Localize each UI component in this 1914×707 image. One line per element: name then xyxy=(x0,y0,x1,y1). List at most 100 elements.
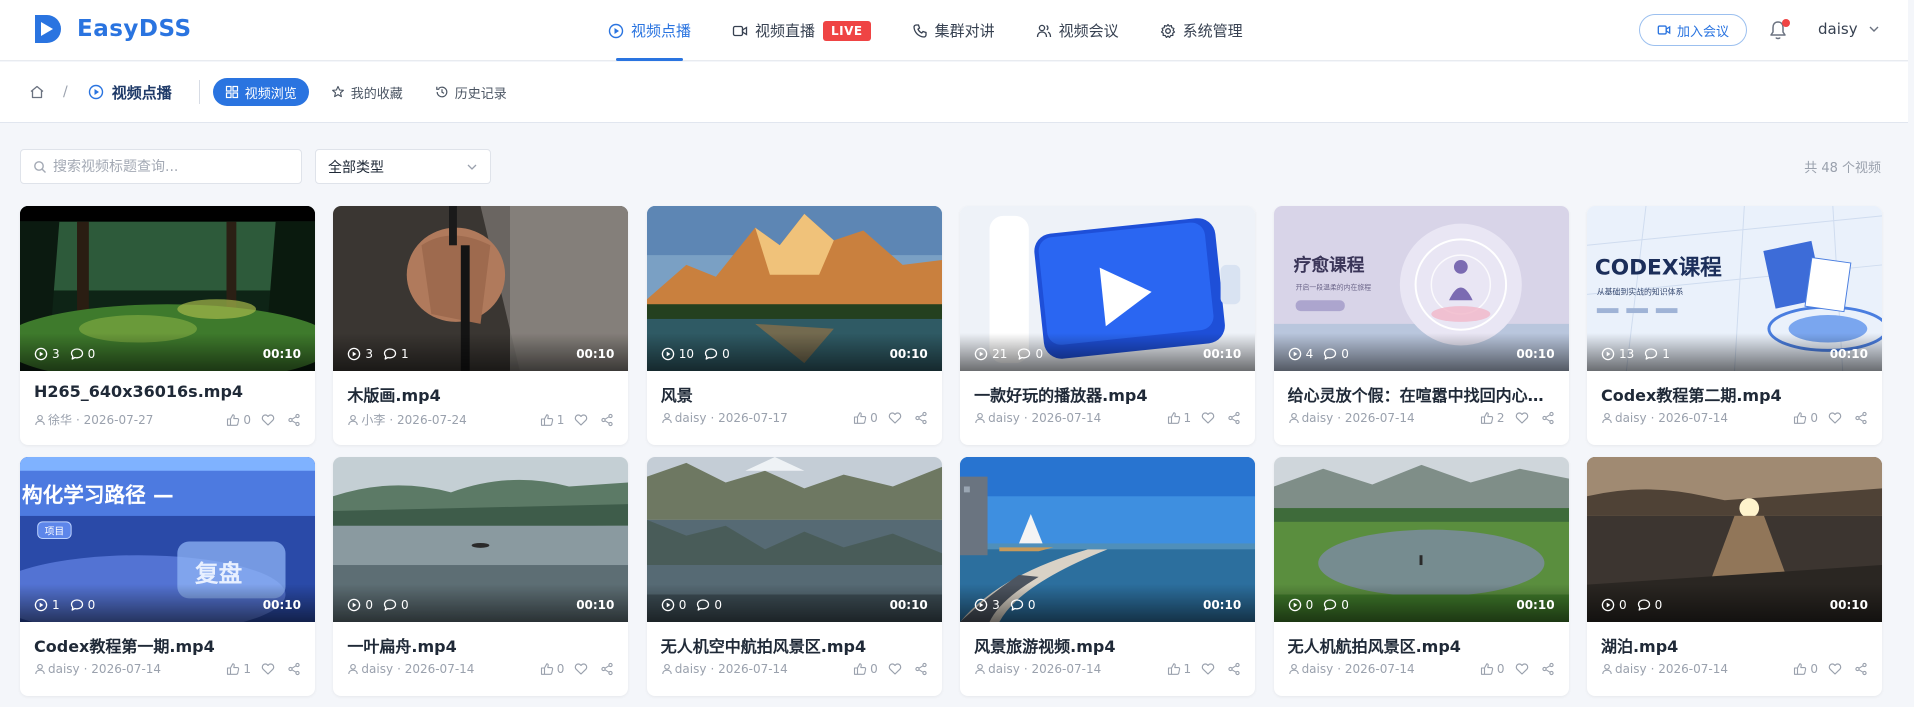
comment-icon xyxy=(1637,599,1650,611)
heart-icon[interactable] xyxy=(1201,411,1215,425)
video-title[interactable]: 给心灵放个假：在喧嚣中找回内心的宁静 xyxy=(1288,382,1555,404)
thumbs-up-icon[interactable] xyxy=(1793,411,1807,425)
heart-icon[interactable] xyxy=(888,662,902,676)
video-duration: 00:10 xyxy=(1202,347,1242,361)
video-title[interactable]: 木版画.mp4 xyxy=(347,382,614,404)
share-icon[interactable] xyxy=(1854,411,1868,425)
like-count: 0 xyxy=(1810,411,1818,425)
thumbs-up-icon[interactable] xyxy=(1480,662,1494,676)
video-thumbnail[interactable]: 构化学习路径 — 项目 复盘 1 0 00:10 xyxy=(20,457,315,622)
type-select[interactable]: 全部类型 xyxy=(315,149,491,184)
video-title[interactable]: Codex教程第一期.mp4 xyxy=(34,633,301,655)
comment-count-value: 0 xyxy=(1027,598,1036,612)
video-thumbnail[interactable]: 0 0 00:10 xyxy=(1586,457,1882,622)
share-icon[interactable] xyxy=(1854,662,1868,676)
share-icon[interactable] xyxy=(1541,411,1555,425)
thumbs-up-icon[interactable] xyxy=(1793,662,1807,676)
share-icon[interactable] xyxy=(600,662,614,676)
video-card[interactable]: 10 0 00:10 风景 daisy · 2026-07-17 0 xyxy=(646,206,942,445)
thumbs-up-icon[interactable] xyxy=(1167,662,1181,676)
video-card[interactable]: 0 0 00:10 无人机航拍风景区.mp4 daisy · 2026-07-1… xyxy=(1273,457,1569,696)
video-thumbnail[interactable]: 3 0 00:10 xyxy=(960,457,1256,622)
heart-icon[interactable] xyxy=(888,411,902,425)
share-icon[interactable] xyxy=(1227,662,1241,676)
video-thumbnail[interactable]: 10 0 00:10 xyxy=(646,206,942,371)
video-title[interactable]: 一叶扁舟.mp4 xyxy=(347,633,614,655)
video-actions: 0 xyxy=(1480,662,1555,676)
video-thumbnail[interactable]: CODEX课程 从基础到实战的知识体系 13 1 00:10 xyxy=(1586,206,1882,371)
thumbs-up-icon[interactable] xyxy=(540,413,554,427)
heart-icon[interactable] xyxy=(1201,662,1215,676)
home-icon[interactable] xyxy=(29,84,45,100)
heart-icon[interactable] xyxy=(261,413,275,427)
video-title[interactable]: 无人机航拍风景区.mp4 xyxy=(1288,633,1555,655)
nav-video-conference[interactable]: 视频会议 xyxy=(1024,0,1131,61)
video-title[interactable]: 风景旅游视频.mp4 xyxy=(974,633,1241,655)
thumbs-up-icon[interactable] xyxy=(226,413,240,427)
video-meta: 徐华 · 2026-07-27 0 xyxy=(34,411,301,428)
heart-icon[interactable] xyxy=(1828,662,1842,676)
video-thumbnail[interactable]: 0 0 00:10 xyxy=(646,457,942,622)
video-thumbnail[interactable]: 3 1 00:10 xyxy=(333,206,629,371)
video-author: daisy xyxy=(1614,411,1647,425)
thumbs-up-icon[interactable] xyxy=(226,662,240,676)
heart-icon[interactable] xyxy=(574,662,588,676)
join-meeting-button[interactable]: 加入会议 xyxy=(1639,14,1747,46)
share-icon[interactable] xyxy=(600,413,614,427)
video-card[interactable]: 3 1 00:10 木版画.mp4 小李 · 2026-07-24 1 xyxy=(333,206,629,445)
thumbs-up-icon[interactable] xyxy=(540,662,554,676)
share-icon[interactable] xyxy=(287,413,301,427)
heart-icon[interactable] xyxy=(1515,662,1529,676)
nav-cluster-intercom[interactable]: 集群对讲 xyxy=(900,0,1007,61)
brand[interactable]: EasyDSS xyxy=(30,12,192,46)
video-card[interactable]: 疗愈课程 开启一段温柔的内在旅程 4 0 00:10 给心灵放个假：在喧嚣中找回内… xyxy=(1273,206,1569,445)
video-thumbnail[interactable]: 3 0 00:10 xyxy=(20,206,315,371)
heart-icon[interactable] xyxy=(1515,411,1529,425)
heart-icon[interactable] xyxy=(1828,411,1842,425)
video-card[interactable]: 3 0 00:10 H265_640x36016s.mp4 徐华 · 2026-… xyxy=(20,206,315,445)
tab-history[interactable]: 历史记录 xyxy=(425,78,517,106)
share-icon[interactable] xyxy=(914,662,928,676)
heart-icon[interactable] xyxy=(574,413,588,427)
video-card[interactable]: 3 0 00:10 风景旅游视频.mp4 daisy · 2026-07-14 … xyxy=(960,457,1256,696)
tab-my-favorites[interactable]: 我的收藏 xyxy=(321,78,413,106)
video-thumbnail[interactable]: 0 0 00:10 xyxy=(1273,457,1569,622)
video-thumbnail[interactable]: 21 0 00:10 xyxy=(960,206,1256,371)
thumbs-up-icon[interactable] xyxy=(1167,411,1181,425)
share-icon[interactable] xyxy=(287,662,301,676)
share-icon[interactable] xyxy=(1227,411,1241,425)
video-card[interactable]: 0 0 00:10 湖泊.mp4 daisy · 2026-07-14 0 xyxy=(1586,457,1882,696)
video-card[interactable]: 0 0 00:10 一叶扁舟.mp4 daisy · 2026-07-14 0 xyxy=(333,457,629,696)
share-icon[interactable] xyxy=(914,411,928,425)
share-icon[interactable] xyxy=(1541,662,1555,676)
video-title[interactable]: 无人机空中航拍风景区.mp4 xyxy=(661,633,928,655)
video-thumbnail[interactable]: 0 0 00:10 xyxy=(333,457,629,622)
play-count-value: 4 xyxy=(1305,347,1314,361)
video-card[interactable]: 21 0 00:10 一款好玩的播放器.mp4 daisy · 2026-07-… xyxy=(960,206,1256,445)
thumbs-up-icon[interactable] xyxy=(1480,411,1494,425)
comment-count-value: 0 xyxy=(1341,347,1349,361)
video-card[interactable]: 构化学习路径 — 项目 复盘 1 0 00:10 Codex教程第一期.mp4 da… xyxy=(20,457,315,696)
user-name: daisy xyxy=(1818,20,1858,38)
video-title[interactable]: 湖泊.mp4 xyxy=(1601,633,1868,655)
video-title[interactable]: Codex教程第二期.mp4 xyxy=(1601,382,1868,404)
search-input[interactable] xyxy=(53,158,283,175)
play-count-icon xyxy=(348,598,361,612)
video-card[interactable]: 0 0 00:10 无人机空中航拍风景区.mp4 daisy · 2026-07… xyxy=(646,457,942,696)
video-thumbnail[interactable]: 疗愈课程 开启一段温柔的内在旅程 4 0 00:10 xyxy=(1273,206,1569,371)
thumbnail-stats: 0 0 xyxy=(1601,598,1672,612)
tab-video-browse[interactable]: 视频浏览 xyxy=(212,78,309,106)
user-menu[interactable]: daisy xyxy=(1818,20,1880,38)
video-title[interactable]: 风景 xyxy=(661,382,928,404)
heart-icon[interactable] xyxy=(261,662,275,676)
thumbs-up-icon[interactable] xyxy=(853,411,867,425)
users-icon xyxy=(1036,24,1051,37)
video-title[interactable]: H265_640x36016s.mp4 xyxy=(34,382,301,404)
nav-system-management[interactable]: 系统管理 xyxy=(1148,0,1255,61)
nav-video-on-demand[interactable]: 视频点播 xyxy=(596,0,703,61)
video-title[interactable]: 一款好玩的播放器.mp4 xyxy=(974,382,1241,404)
video-card[interactable]: CODEX课程 从基础到实战的知识体系 13 1 00:10 Codex教程第二期… xyxy=(1586,206,1882,445)
thumbs-up-icon[interactable] xyxy=(853,662,867,676)
nav-live-video[interactable]: 视频直播 LIVE xyxy=(720,0,883,61)
video-actions: 1 xyxy=(1167,662,1242,676)
